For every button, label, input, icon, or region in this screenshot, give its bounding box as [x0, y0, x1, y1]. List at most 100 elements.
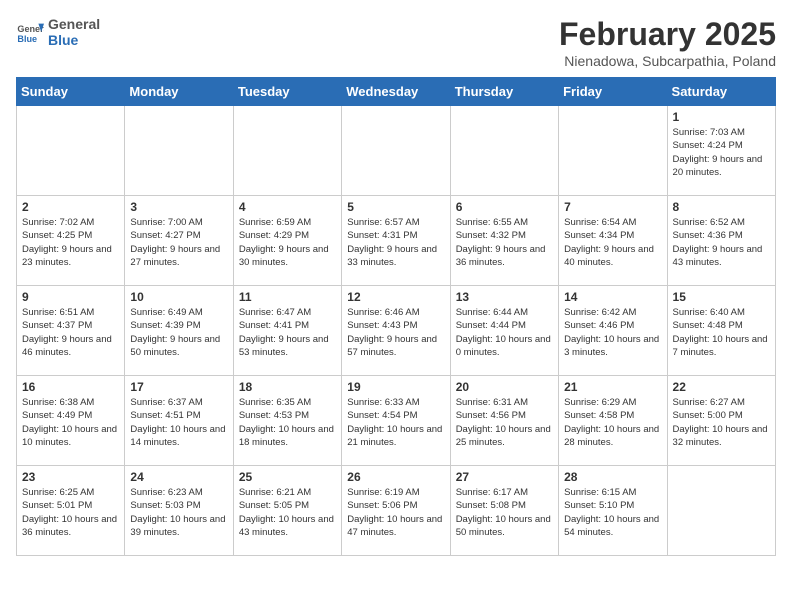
calendar-cell	[125, 106, 233, 196]
day-info: Sunrise: 6:55 AM Sunset: 4:32 PM Dayligh…	[456, 216, 553, 269]
day-number: 19	[347, 380, 444, 394]
calendar-cell: 15 Sunrise: 6:40 AM Sunset: 4:48 PM Dayli…	[667, 286, 775, 376]
day-info: Sunrise: 6:47 AM Sunset: 4:41 PM Dayligh…	[239, 306, 336, 359]
logo-general-text: General	[48, 16, 100, 32]
calendar-cell: 26 Sunrise: 6:19 AM Sunset: 5:06 PM Dayli…	[342, 466, 450, 556]
calendar-cell: 11 Sunrise: 6:47 AM Sunset: 4:41 PM Dayli…	[233, 286, 341, 376]
calendar-cell: 25 Sunrise: 6:21 AM Sunset: 5:05 PM Dayli…	[233, 466, 341, 556]
calendar-cell: 3 Sunrise: 7:00 AM Sunset: 4:27 PM Daylig…	[125, 196, 233, 286]
calendar-cell: 10 Sunrise: 6:49 AM Sunset: 4:39 PM Dayli…	[125, 286, 233, 376]
calendar-cell: 27 Sunrise: 6:17 AM Sunset: 5:08 PM Dayli…	[450, 466, 558, 556]
calendar-cell: 16 Sunrise: 6:38 AM Sunset: 4:49 PM Dayli…	[17, 376, 125, 466]
calendar-cell: 6 Sunrise: 6:55 AM Sunset: 4:32 PM Daylig…	[450, 196, 558, 286]
day-info: Sunrise: 6:38 AM Sunset: 4:49 PM Dayligh…	[22, 396, 119, 449]
day-number: 9	[22, 290, 119, 304]
calendar-cell: 4 Sunrise: 6:59 AM Sunset: 4:29 PM Daylig…	[233, 196, 341, 286]
day-info: Sunrise: 6:19 AM Sunset: 5:06 PM Dayligh…	[347, 486, 444, 539]
day-info: Sunrise: 6:31 AM Sunset: 4:56 PM Dayligh…	[456, 396, 553, 449]
day-number: 27	[456, 470, 553, 484]
calendar-cell	[17, 106, 125, 196]
day-number: 10	[130, 290, 227, 304]
day-info: Sunrise: 6:49 AM Sunset: 4:39 PM Dayligh…	[130, 306, 227, 359]
day-info: Sunrise: 6:23 AM Sunset: 5:03 PM Dayligh…	[130, 486, 227, 539]
day-info: Sunrise: 6:15 AM Sunset: 5:10 PM Dayligh…	[564, 486, 661, 539]
column-header-tuesday: Tuesday	[233, 78, 341, 106]
day-info: Sunrise: 7:03 AM Sunset: 4:24 PM Dayligh…	[673, 126, 770, 179]
day-info: Sunrise: 6:57 AM Sunset: 4:31 PM Dayligh…	[347, 216, 444, 269]
day-number: 20	[456, 380, 553, 394]
calendar-cell	[342, 106, 450, 196]
calendar-cell: 12 Sunrise: 6:46 AM Sunset: 4:43 PM Dayli…	[342, 286, 450, 376]
day-info: Sunrise: 6:46 AM Sunset: 4:43 PM Dayligh…	[347, 306, 444, 359]
day-info: Sunrise: 6:21 AM Sunset: 5:05 PM Dayligh…	[239, 486, 336, 539]
title-block: February 2025 Nienadowa, Subcarpathia, P…	[559, 16, 776, 69]
day-info: Sunrise: 6:17 AM Sunset: 5:08 PM Dayligh…	[456, 486, 553, 539]
calendar-week-row: 23 Sunrise: 6:25 AM Sunset: 5:01 PM Dayli…	[17, 466, 776, 556]
logo-blue-text: Blue	[48, 32, 100, 48]
day-info: Sunrise: 6:35 AM Sunset: 4:53 PM Dayligh…	[239, 396, 336, 449]
calendar-cell: 1 Sunrise: 7:03 AM Sunset: 4:24 PM Daylig…	[667, 106, 775, 196]
calendar-cell: 20 Sunrise: 6:31 AM Sunset: 4:56 PM Dayli…	[450, 376, 558, 466]
day-number: 13	[456, 290, 553, 304]
calendar-cell: 28 Sunrise: 6:15 AM Sunset: 5:10 PM Dayli…	[559, 466, 667, 556]
calendar-cell	[450, 106, 558, 196]
day-number: 5	[347, 200, 444, 214]
calendar-cell: 19 Sunrise: 6:33 AM Sunset: 4:54 PM Dayli…	[342, 376, 450, 466]
day-info: Sunrise: 6:51 AM Sunset: 4:37 PM Dayligh…	[22, 306, 119, 359]
svg-text:Blue: Blue	[17, 34, 37, 44]
day-info: Sunrise: 6:25 AM Sunset: 5:01 PM Dayligh…	[22, 486, 119, 539]
day-info: Sunrise: 6:52 AM Sunset: 4:36 PM Dayligh…	[673, 216, 770, 269]
day-number: 28	[564, 470, 661, 484]
column-header-friday: Friday	[559, 78, 667, 106]
day-number: 14	[564, 290, 661, 304]
day-info: Sunrise: 6:54 AM Sunset: 4:34 PM Dayligh…	[564, 216, 661, 269]
day-number: 16	[22, 380, 119, 394]
calendar-cell: 18 Sunrise: 6:35 AM Sunset: 4:53 PM Dayli…	[233, 376, 341, 466]
calendar-cell: 22Sunrise: 6:27 AM Sunset: 5:00 PM Dayli…	[667, 376, 775, 466]
calendar-cell: 8Sunrise: 6:52 AM Sunset: 4:36 PM Daylig…	[667, 196, 775, 286]
day-info: Sunrise: 6:40 AM Sunset: 4:48 PM Dayligh…	[673, 306, 770, 359]
day-number: 3	[130, 200, 227, 214]
day-info: Sunrise: 6:37 AM Sunset: 4:51 PM Dayligh…	[130, 396, 227, 449]
day-info: Sunrise: 6:29 AM Sunset: 4:58 PM Dayligh…	[564, 396, 661, 449]
calendar-cell: 23 Sunrise: 6:25 AM Sunset: 5:01 PM Dayli…	[17, 466, 125, 556]
day-number: 12	[347, 290, 444, 304]
column-header-saturday: Saturday	[667, 78, 775, 106]
page-header: General Blue General Blue February 2025 …	[16, 16, 776, 69]
calendar-week-row: 9 Sunrise: 6:51 AM Sunset: 4:37 PM Daylig…	[17, 286, 776, 376]
column-header-monday: Monday	[125, 78, 233, 106]
location: Nienadowa, Subcarpathia, Poland	[559, 53, 776, 69]
calendar-cell: 9 Sunrise: 6:51 AM Sunset: 4:37 PM Daylig…	[17, 286, 125, 376]
day-number: 17	[130, 380, 227, 394]
day-number: 26	[347, 470, 444, 484]
day-number: 11	[239, 290, 336, 304]
column-header-wednesday: Wednesday	[342, 78, 450, 106]
day-info: Sunrise: 7:02 AM Sunset: 4:25 PM Dayligh…	[22, 216, 119, 269]
logo-icon: General Blue	[16, 18, 44, 46]
calendar-cell	[233, 106, 341, 196]
calendar-cell: 14Sunrise: 6:42 AM Sunset: 4:46 PM Dayli…	[559, 286, 667, 376]
day-info: Sunrise: 7:00 AM Sunset: 4:27 PM Dayligh…	[130, 216, 227, 269]
day-number: 4	[239, 200, 336, 214]
day-number: 7	[564, 200, 661, 214]
day-number: 23	[22, 470, 119, 484]
day-number: 15	[673, 290, 770, 304]
column-header-thursday: Thursday	[450, 78, 558, 106]
calendar-week-row: 2Sunrise: 7:02 AM Sunset: 4:25 PM Daylig…	[17, 196, 776, 286]
day-number: 21	[564, 380, 661, 394]
calendar-cell	[667, 466, 775, 556]
day-number: 1	[673, 110, 770, 124]
day-number: 24	[130, 470, 227, 484]
calendar-cell: 2Sunrise: 7:02 AM Sunset: 4:25 PM Daylig…	[17, 196, 125, 286]
calendar-cell: 17 Sunrise: 6:37 AM Sunset: 4:51 PM Dayli…	[125, 376, 233, 466]
calendar-cell	[559, 106, 667, 196]
day-number: 6	[456, 200, 553, 214]
day-info: Sunrise: 6:33 AM Sunset: 4:54 PM Dayligh…	[347, 396, 444, 449]
day-info: Sunrise: 6:59 AM Sunset: 4:29 PM Dayligh…	[239, 216, 336, 269]
calendar-week-row: 1 Sunrise: 7:03 AM Sunset: 4:24 PM Daylig…	[17, 106, 776, 196]
day-info: Sunrise: 6:44 AM Sunset: 4:44 PM Dayligh…	[456, 306, 553, 359]
day-number: 22	[673, 380, 770, 394]
column-header-sunday: Sunday	[17, 78, 125, 106]
day-number: 25	[239, 470, 336, 484]
day-number: 18	[239, 380, 336, 394]
